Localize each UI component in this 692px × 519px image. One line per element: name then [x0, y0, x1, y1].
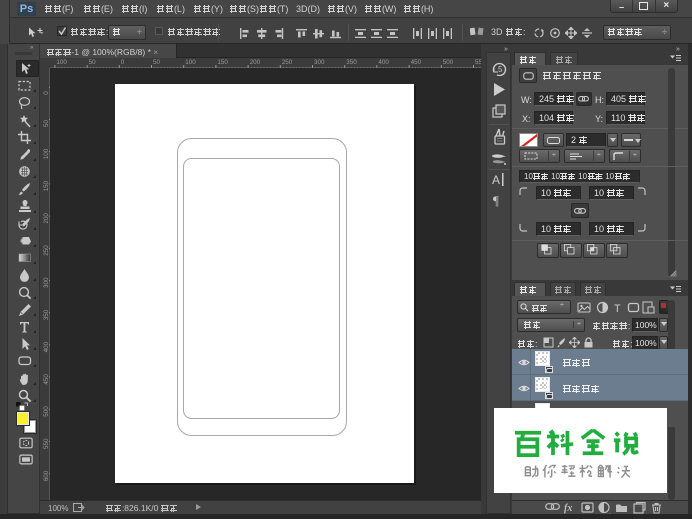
- svg-text:500: 500: [443, 59, 454, 66]
- svg-text:0: 0: [43, 91, 50, 95]
- svg-text:400: 400: [378, 59, 389, 66]
- svg-text:450: 450: [43, 374, 50, 385]
- svg-text:250: 250: [43, 245, 50, 256]
- svg-text:300: 300: [43, 277, 50, 288]
- svg-text:300: 300: [314, 59, 325, 66]
- svg-text:350: 350: [346, 59, 357, 66]
- svg-text:500: 500: [43, 406, 50, 417]
- svg-text:350: 350: [43, 309, 50, 320]
- svg-text:100: 100: [56, 59, 67, 66]
- svg-text:fx: fx: [564, 503, 572, 514]
- svg-text:0: 0: [121, 59, 125, 66]
- svg-text:150: 150: [217, 59, 228, 66]
- svg-text:600: 600: [43, 470, 50, 481]
- svg-text:400: 400: [43, 341, 50, 352]
- svg-text:550: 550: [43, 438, 50, 449]
- svg-text:T: T: [614, 303, 621, 314]
- svg-text:¶: ¶: [493, 193, 499, 207]
- svg-text:200: 200: [43, 213, 50, 224]
- svg-text:50: 50: [153, 59, 161, 66]
- svg-text:50: 50: [89, 59, 97, 66]
- svg-text:100: 100: [43, 148, 50, 159]
- svg-text:50: 50: [43, 119, 50, 127]
- svg-text:A: A: [492, 173, 500, 187]
- svg-text:450: 450: [411, 59, 422, 66]
- svg-text:100: 100: [185, 59, 196, 66]
- svg-text:250: 250: [282, 59, 293, 66]
- svg-text:5: 5: [498, 65, 503, 74]
- svg-text:200: 200: [250, 59, 261, 66]
- svg-text:150: 150: [43, 180, 50, 191]
